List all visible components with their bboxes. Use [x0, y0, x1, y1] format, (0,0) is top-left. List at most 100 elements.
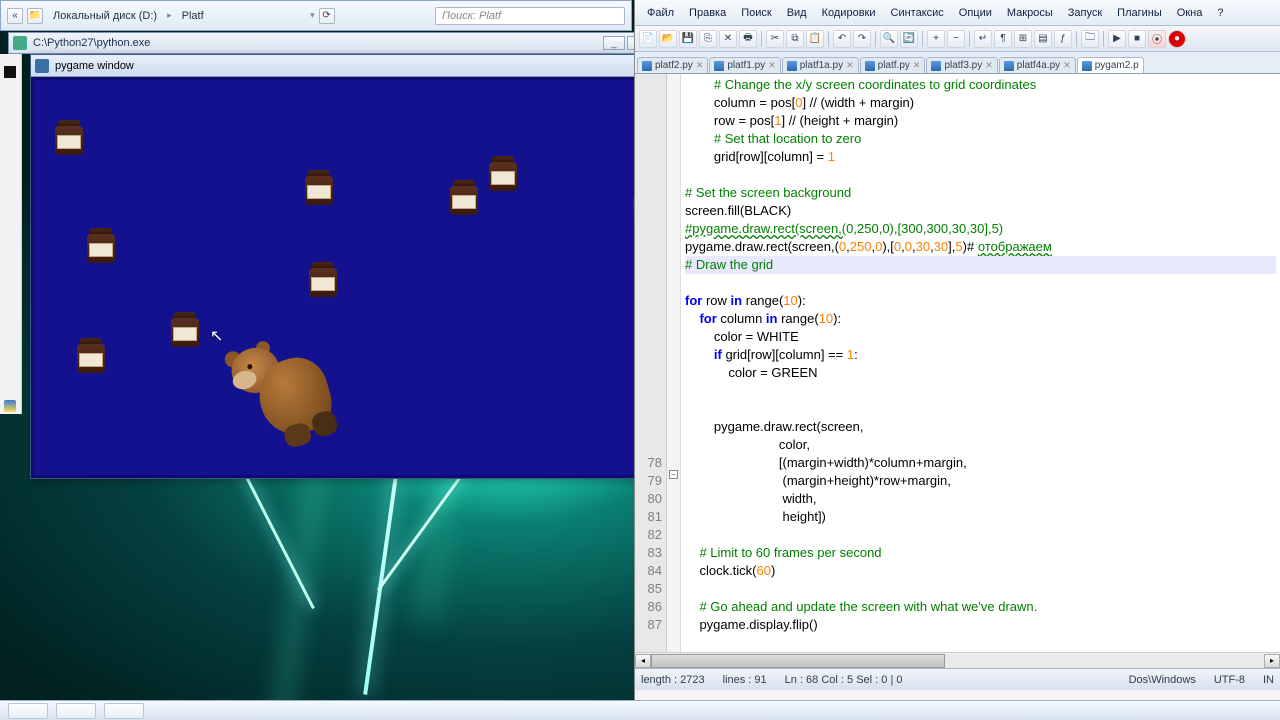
menu-options[interactable]: Опции [953, 4, 998, 22]
tab-close-icon[interactable]: ✕ [985, 60, 993, 71]
file-icon [642, 61, 652, 71]
python-console-titlebar: C:\Python27\python.exe _ ▢ ✕ [8, 32, 678, 54]
macro-play-icon[interactable]: ▶ [1108, 30, 1126, 48]
file-icon [931, 61, 941, 71]
tab-platf4a[interactable]: platf4a.py✕ [999, 57, 1076, 73]
tab-platf3[interactable]: platf3.py✕ [926, 57, 997, 73]
taskbar-pinned-app[interactable] [56, 703, 96, 719]
file-icon [787, 61, 797, 71]
status-lines: lines : 91 [723, 674, 767, 686]
menu-macros[interactable]: Макросы [1001, 4, 1059, 22]
pygame-titlebar[interactable]: pygame window _ ▢ ✕ [31, 55, 737, 77]
wordwrap-icon[interactable]: ↵ [974, 30, 992, 48]
game-jar-sprite [54, 120, 84, 156]
tab-platf1[interactable]: platf1.py✕ [709, 57, 780, 73]
tab-close-icon[interactable]: ✕ [1063, 60, 1071, 71]
menu-syntax[interactable]: Синтаксис [885, 4, 950, 22]
file-icon [865, 61, 875, 71]
folder-icon[interactable]: 🗀 [1081, 30, 1099, 48]
tab-close-icon[interactable]: ✕ [913, 60, 921, 71]
paste-icon[interactable]: 📋 [806, 30, 824, 48]
print-icon[interactable]: 🖶 [739, 30, 757, 48]
close-file-icon[interactable]: ✕ [719, 30, 737, 48]
game-jar-sprite [449, 180, 479, 216]
menu-file[interactable]: Файл [641, 4, 680, 22]
indent-guide-icon[interactable]: ⊞ [1014, 30, 1032, 48]
scroll-left-icon[interactable]: ◂ [635, 654, 651, 668]
open-file-icon[interactable]: 📂 [659, 30, 677, 48]
minimize-button[interactable]: _ [603, 36, 625, 50]
python-icon[interactable] [4, 400, 16, 412]
undo-icon[interactable]: ↶ [833, 30, 851, 48]
save-icon[interactable]: 💾 [679, 30, 697, 48]
tab-label: platf4a.py [1017, 60, 1060, 71]
game-jar-sprite [308, 262, 338, 298]
breadcrumb-drive[interactable]: Локальный диск (D:) [47, 8, 163, 24]
mouse-cursor-icon: ↖ [210, 326, 223, 346]
chevron-down-icon[interactable]: ▾ [310, 10, 315, 21]
find-icon[interactable]: 🔍 [880, 30, 898, 48]
menu-view[interactable]: Вид [781, 4, 813, 22]
game-bear-sprite [222, 328, 357, 463]
new-file-icon[interactable]: 📄 [639, 30, 657, 48]
explorer-search-input[interactable]: Поиск: Platf [435, 7, 625, 25]
code-content[interactable]: # Change the x/y screen coordinates to g… [681, 74, 1280, 652]
tab-close-icon[interactable]: ✕ [846, 60, 854, 71]
console-icon[interactable] [4, 66, 16, 78]
redo-icon[interactable]: ↷ [853, 30, 871, 48]
copy-icon[interactable]: ⧉ [786, 30, 804, 48]
tab-platf2[interactable]: platf2.py✕ [637, 57, 708, 73]
notepad-plus-plus-window: Файл Правка Поиск Вид Кодировки Синтакси… [634, 0, 1280, 700]
tab-pygam2[interactable]: pygam2.p [1077, 57, 1144, 73]
function-list-icon[interactable]: ƒ [1054, 30, 1072, 48]
cut-icon[interactable]: ✂ [766, 30, 784, 48]
macro-record-icon[interactable]: ⦿ [1148, 30, 1166, 48]
doc-map-icon[interactable]: ▤ [1034, 30, 1052, 48]
scrollbar-thumb[interactable] [651, 654, 945, 668]
menu-encoding[interactable]: Кодировки [816, 4, 882, 22]
menu-plugins[interactable]: Плагины [1111, 4, 1168, 22]
tab-platf1a[interactable]: platf1a.py✕ [782, 57, 859, 73]
tab-label: platf2.py [655, 60, 693, 71]
refresh-icon[interactable]: ⟳ [319, 8, 335, 24]
status-bar: length : 2723 lines : 91 Ln : 68 Col : 5… [635, 668, 1280, 690]
game-jar-sprite [488, 156, 518, 192]
replace-icon[interactable]: 🔄 [900, 30, 918, 48]
game-jar-sprite [76, 338, 106, 374]
folder-icon[interactable]: 📁 [27, 8, 43, 24]
status-position: Ln : 68 Col : 5 Sel : 0 | 0 [785, 674, 903, 686]
breadcrumb-folder[interactable]: Platf [176, 8, 210, 24]
code-editor[interactable]: 78798081828384858687 − # Change the x/y … [635, 74, 1280, 652]
taskbar-pinned-app[interactable] [104, 703, 144, 719]
game-jar-sprite [304, 170, 334, 206]
file-icon [714, 61, 724, 71]
horizontal-scrollbar[interactable]: ◂ ▸ [635, 652, 1280, 668]
macro-stop-icon[interactable]: ■ [1128, 30, 1146, 48]
zoom-out-icon[interactable]: − [947, 30, 965, 48]
tab-close-icon[interactable]: ✕ [696, 60, 704, 71]
menu-search[interactable]: Поиск [735, 4, 777, 22]
windows-taskbar[interactable] [0, 700, 1280, 720]
menu-edit[interactable]: Правка [683, 4, 732, 22]
scrollbar-track[interactable] [651, 654, 1264, 668]
tool-bar: 📄 📂 💾 ⎘ ✕ 🖶 ✂ ⧉ 📋 ↶ ↷ 🔍 🔄 + − ↵ ¶ ⊞ ▤ ƒ … [635, 26, 1280, 52]
fold-gutter[interactable]: − [667, 74, 681, 652]
pygame-window: pygame window _ ▢ ✕ ↖ [30, 54, 738, 479]
save-all-icon[interactable]: ⎘ [699, 30, 717, 48]
tab-close-icon[interactable]: ✕ [768, 60, 776, 71]
menu-help[interactable]: ? [1211, 4, 1229, 22]
record-indicator-icon[interactable]: ● [1168, 30, 1186, 48]
status-encoding: UTF-8 [1214, 674, 1245, 686]
whitespace-icon[interactable]: ¶ [994, 30, 1012, 48]
back-icon[interactable]: « [7, 8, 23, 24]
scroll-right-icon[interactable]: ▸ [1264, 654, 1280, 668]
pygame-canvas[interactable]: ↖ [31, 77, 737, 478]
game-jar-sprite [86, 228, 116, 264]
menu-run[interactable]: Запуск [1062, 4, 1108, 22]
fold-minus-icon[interactable]: − [669, 470, 678, 479]
menu-windows[interactable]: Окна [1171, 4, 1209, 22]
zoom-in-icon[interactable]: + [927, 30, 945, 48]
tab-label: platf1a.py [800, 60, 843, 71]
tab-platf[interactable]: platf.py✕ [860, 57, 926, 73]
taskbar-pinned-app[interactable] [8, 703, 48, 719]
